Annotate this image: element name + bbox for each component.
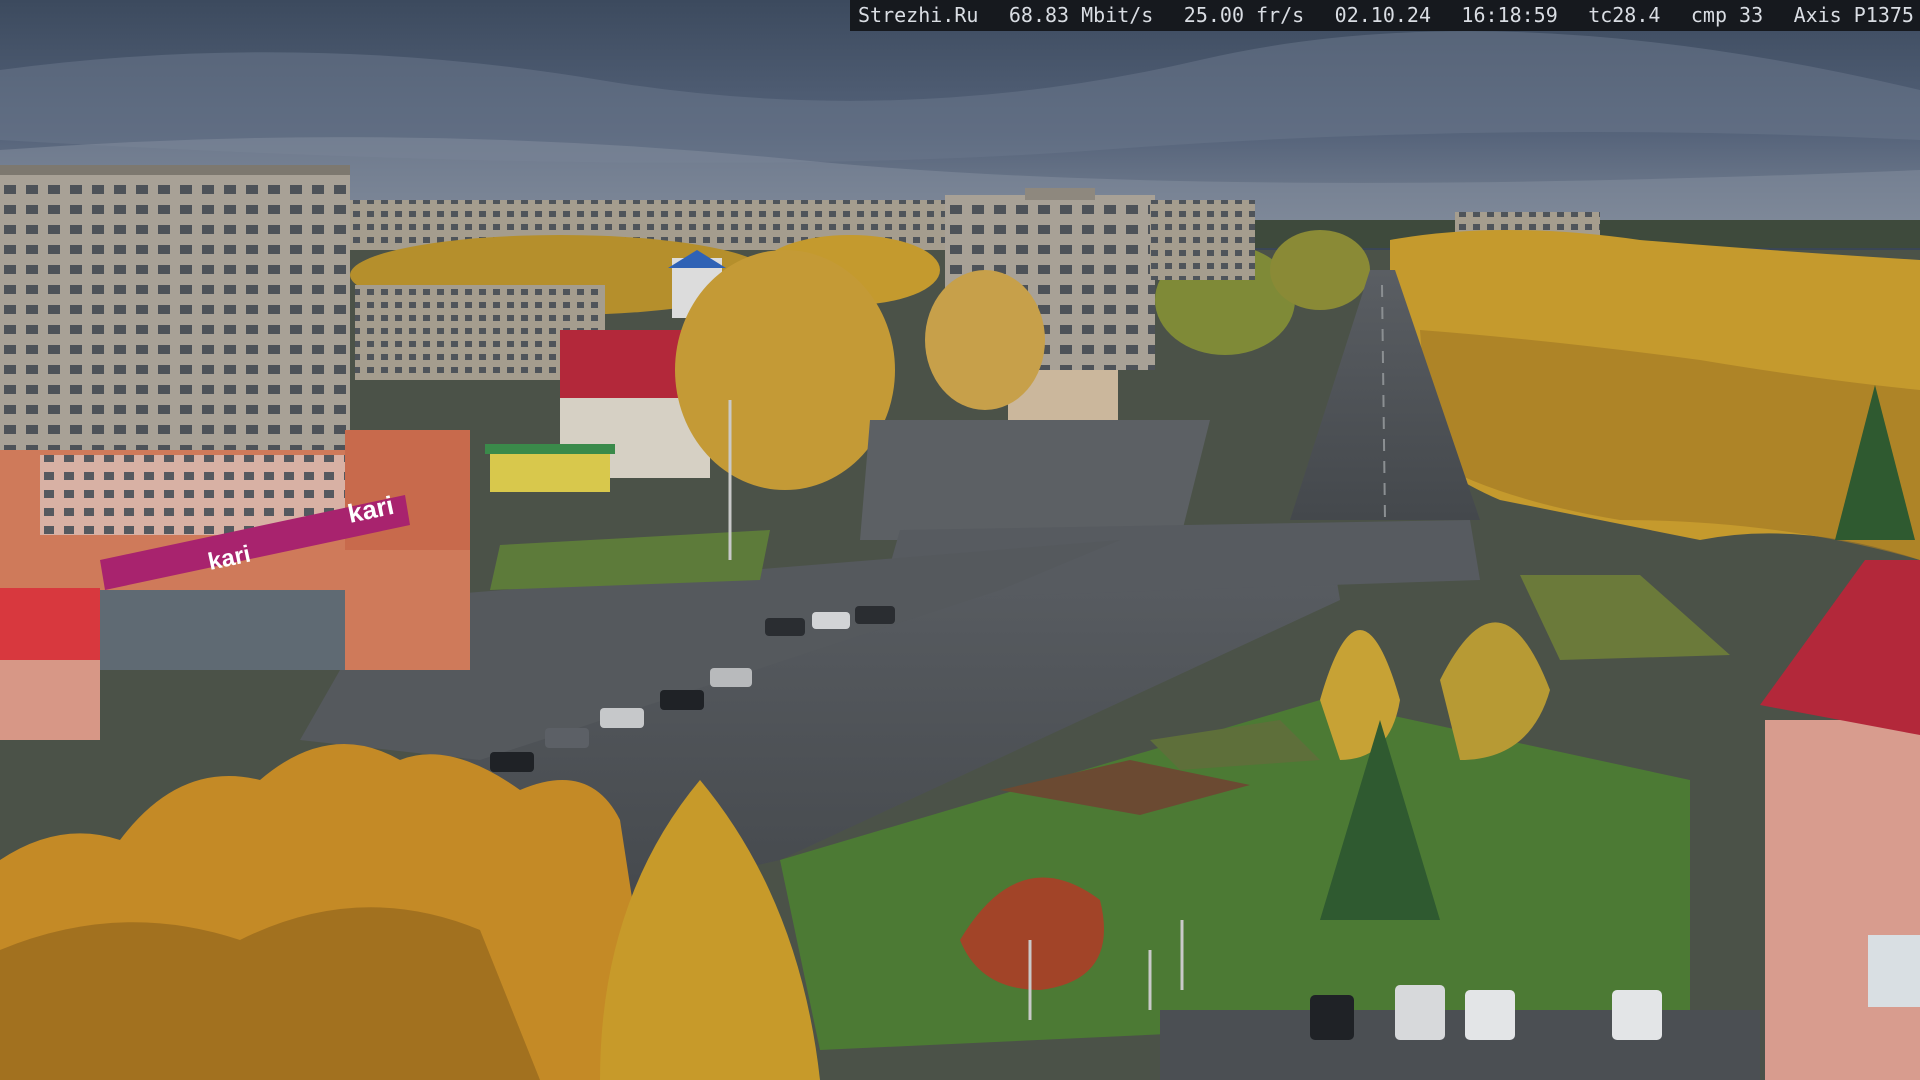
green-kiosk-roof: [485, 444, 615, 454]
bottom-parking: [1160, 1010, 1760, 1080]
apartment-block-left-roof: [0, 165, 350, 175]
pink-building-window: [1868, 935, 1920, 1007]
trees-mid-left: [675, 250, 895, 490]
store-glass: [100, 590, 345, 670]
central-square: [860, 420, 1210, 540]
street-scene: kari kari: [0, 0, 1920, 1080]
green-kiosk: [490, 450, 610, 492]
pink-building: [1765, 720, 1920, 1080]
trees-mid-center: [925, 270, 1045, 410]
store-wall-white: [0, 660, 100, 740]
foreground-trees-left-dark: [0, 907, 540, 1080]
trees-center-green-2: [1270, 230, 1370, 310]
osd-bitrate: 68.83 Mbit/s: [1008, 3, 1154, 27]
osd-camera: Axis P1375: [1793, 3, 1914, 27]
osd-cmp: cmp 33: [1690, 3, 1764, 27]
osd-time: 16:18:59: [1461, 3, 1558, 27]
osd-date: 02.10.24: [1334, 3, 1431, 27]
camera-osd-overlay: Strezhi.Ru 68.83 Mbit/s 25.00 fr/s 02.10…: [850, 0, 1920, 31]
osd-tc: tc28.4: [1588, 3, 1661, 27]
central-tower-right: [1150, 200, 1255, 280]
osd-site: Strezhi.Ru: [858, 3, 979, 27]
central-tower-roof: [1025, 188, 1095, 200]
osd-fps: 25.00 fr/s: [1183, 3, 1305, 27]
camera-frame: kari kari Strezhi.Ru 68.83 Mbit/s 25.00 …: [0, 0, 1920, 1080]
